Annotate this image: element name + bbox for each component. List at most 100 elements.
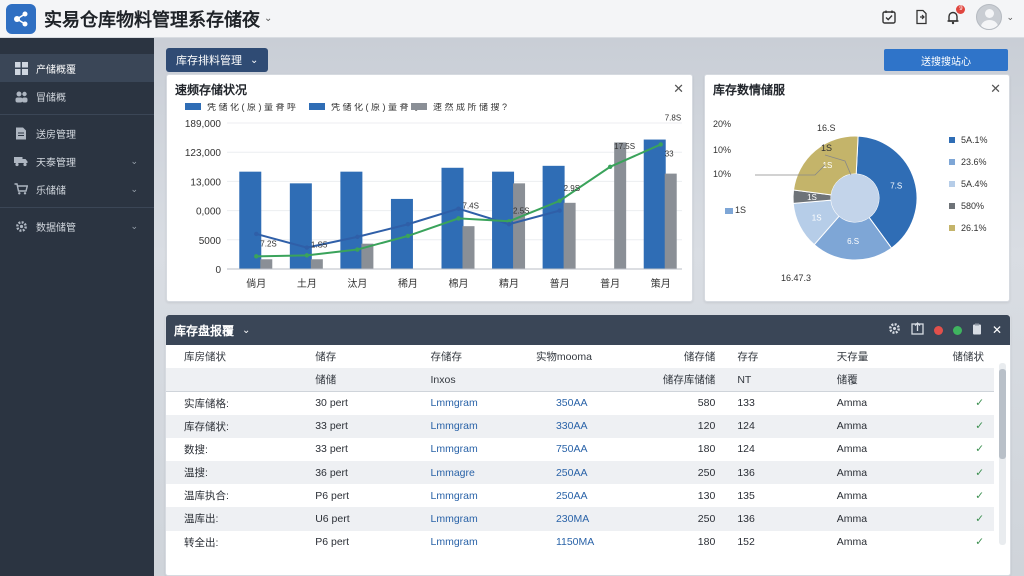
sidebar-item-settings[interactable]: 数据储管 ⌄ (0, 212, 154, 240)
chart-legend: 凭 储 化 ( 原 ) 量 脊 呼 凭 储 化 ( 原 ) 量 脊 呼 速 然 成 … (185, 101, 507, 112)
check-icon[interactable]: ✓ (924, 484, 994, 507)
bar-series-2[interactable] (563, 202, 576, 269)
check-icon[interactable]: ✓ (924, 438, 994, 461)
calendar-check-icon[interactable] (880, 8, 898, 26)
inventory-dropdown[interactable]: 库存排料管理 ⌄ (166, 48, 269, 72)
check-icon[interactable]: ✓ (924, 507, 994, 531)
sidebar-item-users[interactable]: 冒储概 (0, 82, 154, 110)
column-header[interactable]: 天存量 (825, 345, 924, 368)
line-point[interactable] (355, 247, 360, 252)
line-point[interactable] (304, 253, 310, 258)
bar-series-2[interactable] (462, 226, 475, 269)
amount-cell: 120 (645, 414, 726, 438)
sidebar-item-label: 乐储储 (36, 185, 66, 197)
column-header[interactable]: 存储存 (426, 345, 535, 368)
red-status-dot-icon[interactable] (933, 325, 943, 335)
bar-series-2[interactable] (310, 259, 323, 269)
line-point[interactable] (254, 254, 259, 259)
amount-cell: 180 (697, 536, 716, 549)
line-point[interactable] (557, 198, 562, 204)
chevron-down-icon[interactable]: ⌄ (242, 325, 250, 336)
primary-action-button[interactable]: 送搜搜站心 (884, 49, 1008, 71)
chevron-down-icon[interactable]: ⌄ (1006, 12, 1014, 23)
sidebar-item-shipping[interactable]: 天泰管理 ⌄ (0, 147, 154, 175)
table-row[interactable]: 温库执合: P6 pert Lmmgram 250AA 130 135 Amma ✓ (166, 484, 994, 507)
check-icon[interactable]: ✓ (924, 531, 994, 554)
column-subheader (166, 368, 312, 392)
pie-callout: 20% (713, 119, 731, 129)
code-cell: 1150MA (555, 536, 595, 549)
bar-series-2[interactable] (664, 173, 677, 269)
table-row[interactable]: 实库储格: 30 pert Lmmgram 350AA 580 133 Amma ✓ (166, 391, 994, 414)
slice-label: 1S (812, 213, 822, 222)
bar-series-1[interactable] (239, 171, 262, 269)
line-point[interactable] (557, 208, 562, 213)
bar-series-1[interactable] (390, 198, 413, 269)
status-cell: Amma (824, 460, 925, 485)
y-tick-label: 0,000 (196, 207, 221, 218)
bar-series-2[interactable] (513, 183, 526, 269)
table-row[interactable]: 数搜: 33 pert Lmmgram 750AA 180 124 Amma ✓ (166, 438, 994, 461)
legend-swatch (949, 203, 955, 209)
check-icon[interactable]: ✓ (924, 414, 994, 438)
column-subheader (924, 368, 994, 392)
title-dropdown-icon[interactable]: ⌄ (264, 13, 272, 24)
bell-icon[interactable]: 9 (944, 5, 966, 26)
sidebar-item-cart[interactable]: 乐储储 ⌄ (0, 175, 154, 203)
unit-cell: Lmmgram (430, 536, 478, 549)
column-header[interactable]: 存存 (725, 345, 824, 368)
export-icon[interactable] (911, 322, 924, 338)
chevron-down-icon[interactable]: ⌄ (130, 156, 138, 167)
check-icon[interactable]: ✓ (924, 391, 994, 414)
clipboard-icon[interactable] (972, 323, 982, 338)
legend-label: 26.1% (961, 223, 987, 233)
pie-chart-panel: 库存数情储服 ✕ 7.S 6.S 1S 1S 1S 20% 10% 10% 16.S 1S 1S 16… (704, 74, 1010, 302)
user-avatar[interactable] (976, 4, 1003, 30)
legend-swatch (949, 159, 955, 165)
gear-icon[interactable] (888, 322, 901, 338)
bar-series-2[interactable] (260, 259, 273, 269)
column-header[interactable]: 储储状 (924, 345, 994, 368)
line-point[interactable] (456, 216, 461, 221)
column-header[interactable]: 库房储状 (166, 345, 311, 368)
line-point[interactable] (355, 234, 360, 240)
column-header[interactable]: 实物mooma (536, 345, 646, 368)
app-logo-icon[interactable] (6, 3, 36, 34)
bar-series-1[interactable] (542, 165, 565, 269)
line-point[interactable] (405, 233, 411, 239)
sidebar-item-documents[interactable]: 送房管理 (0, 119, 154, 147)
table-row[interactable]: 转全出: P6 pert Lmmgram 1150MA 180 152 Amma ✓ (166, 531, 994, 554)
close-icon[interactable]: ✕ (992, 323, 1002, 337)
table-row[interactable]: 库存储状: 33 pert Lmmgram 330AA 120 124 Amma ✓ (166, 414, 994, 438)
x-tick-label: 普月 (600, 277, 620, 290)
column-header[interactable]: 储存储 (645, 345, 725, 368)
line-point[interactable] (506, 222, 512, 227)
amount-cell: 130 (697, 489, 716, 502)
x-tick-label: 精月 (499, 277, 519, 290)
column-subheader (535, 368, 646, 392)
sidebar-item-dashboard[interactable]: 产储概覆 (0, 54, 154, 82)
column-header[interactable]: 储存 (311, 345, 426, 368)
green-status-dot-icon[interactable] (952, 325, 962, 335)
table-row[interactable]: 温库出: U6 pert Lmmgram 230MA 250 136 Amma ✓ (166, 507, 994, 531)
x-tick-label: 汰月 (347, 277, 367, 290)
bar-series-1[interactable] (643, 139, 666, 269)
line-point[interactable] (254, 231, 259, 237)
table-scrollbar[interactable] (999, 363, 1006, 545)
line-point[interactable] (456, 206, 461, 211)
close-icon[interactable]: ✕ (990, 81, 1001, 97)
line-point[interactable] (607, 164, 613, 169)
line-point[interactable] (405, 222, 411, 227)
bar-series-1[interactable] (340, 171, 363, 269)
table-row[interactable]: 温搜: 36 pert Lmmagre 250AA 250 136 Amma ✓ (166, 460, 994, 485)
check-icon[interactable]: ✓ (924, 460, 994, 485)
line-point[interactable] (658, 142, 663, 147)
scrollbar-thumb[interactable] (999, 369, 1006, 459)
sidebar: 产储概覆 冒储概 送房管理 天泰管理 ⌄ 乐储储 ⌄ 数据储管 ⌄ (0, 38, 154, 576)
bar-chart-title: 速频存储状况 (175, 82, 248, 97)
line-point[interactable] (304, 245, 310, 250)
chevron-down-icon[interactable]: ⌄ (130, 184, 138, 195)
close-icon[interactable]: ✕ (673, 81, 684, 97)
chevron-down-icon[interactable]: ⌄ (130, 221, 138, 232)
export-file-icon[interactable] (912, 8, 930, 26)
